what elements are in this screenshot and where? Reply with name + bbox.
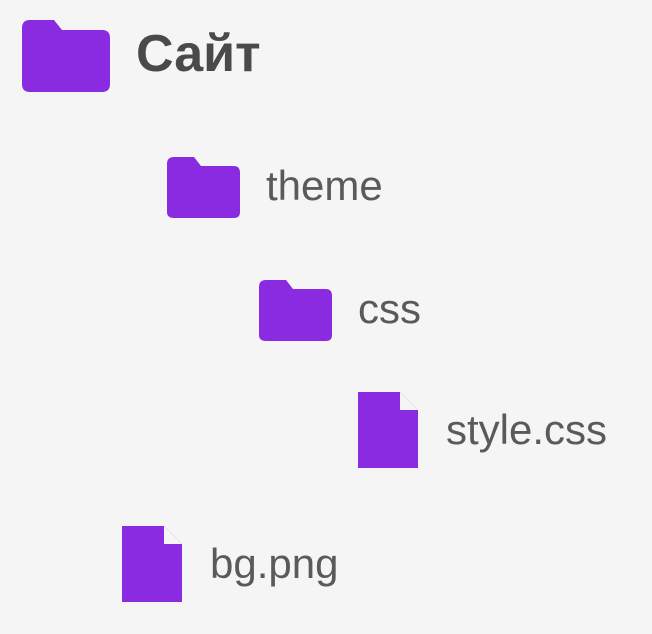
file-label: style.css bbox=[446, 406, 607, 454]
folder-icon bbox=[16, 14, 112, 94]
folder-label: theme bbox=[266, 162, 383, 210]
file-item-bgpng: bg.png bbox=[118, 522, 338, 606]
folder-label: Сайт bbox=[136, 24, 261, 84]
folder-item-theme: theme bbox=[162, 152, 383, 220]
file-label: bg.png bbox=[210, 540, 338, 588]
folder-icon bbox=[162, 152, 242, 220]
file-icon bbox=[118, 522, 186, 606]
folder-label: css bbox=[358, 285, 421, 333]
file-icon bbox=[354, 388, 422, 472]
folder-icon bbox=[254, 275, 334, 343]
folder-item-css: css bbox=[254, 275, 421, 343]
file-item-stylecss: style.css bbox=[354, 388, 607, 472]
folder-item-root: Сайт bbox=[16, 14, 261, 94]
